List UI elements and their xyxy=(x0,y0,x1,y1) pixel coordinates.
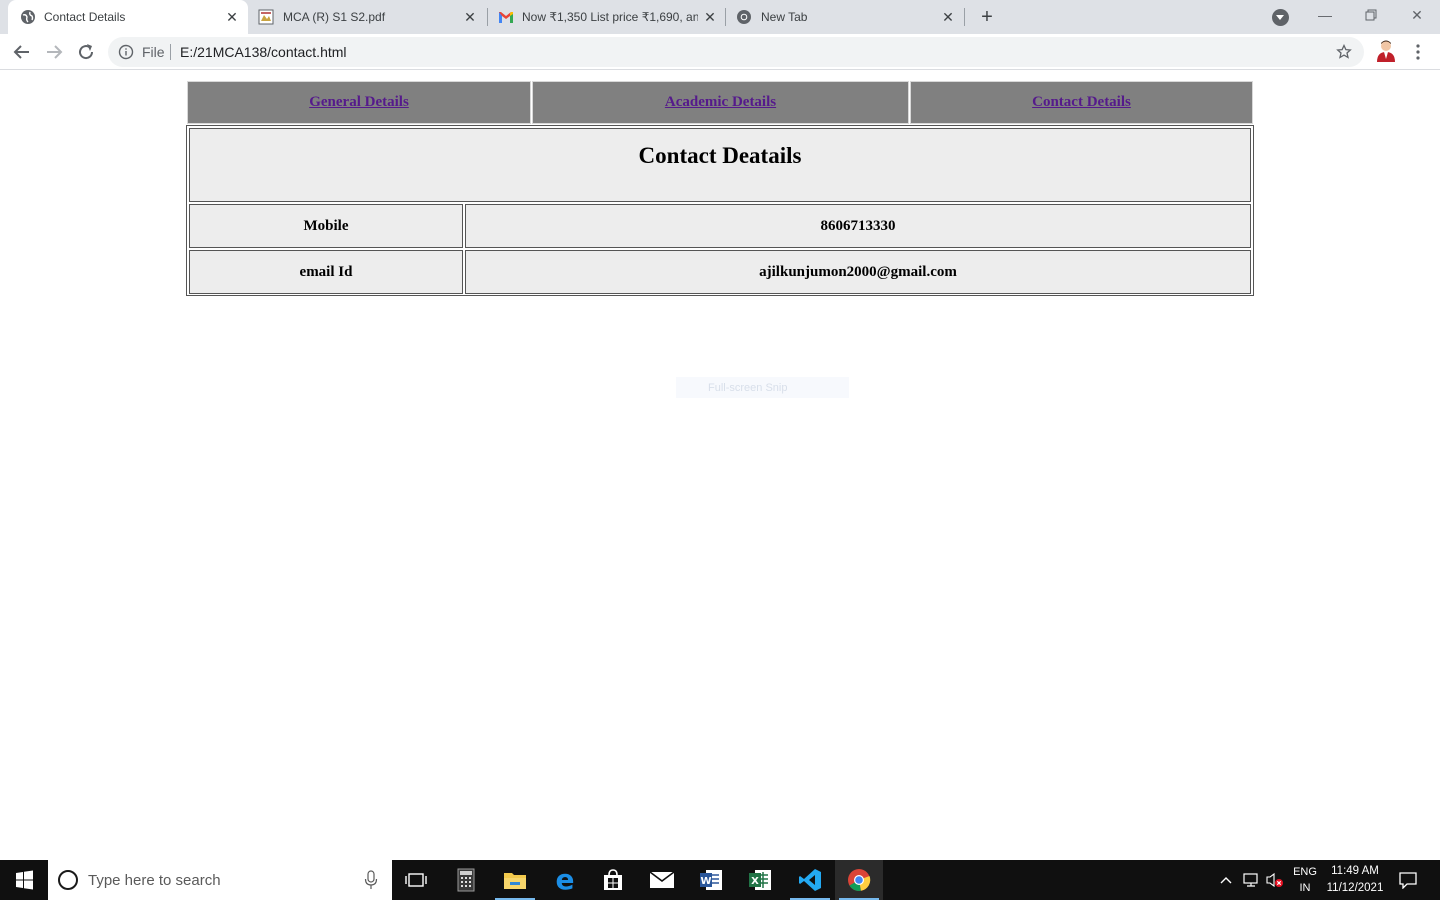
nav-cell-general: General Details xyxy=(187,81,531,124)
url-text[interactable]: E:/21MCA138/contact.html xyxy=(180,44,347,60)
language-indicator[interactable]: ENG IN xyxy=(1288,860,1322,900)
minimize-icon[interactable]: — xyxy=(1302,0,1348,30)
tab-title: Contact Details xyxy=(44,10,126,24)
nav-table: General Details Academic Details Contact… xyxy=(187,81,1253,124)
microphone-icon[interactable] xyxy=(364,870,378,890)
mobile-label: Mobile xyxy=(189,204,463,248)
info-icon[interactable] xyxy=(118,44,134,60)
menu-kebab-icon[interactable] xyxy=(1410,42,1426,62)
calculator-icon[interactable] xyxy=(442,860,490,900)
windows-taskbar: Type here to search e W X ENG IN 11:49 A… xyxy=(0,860,1440,900)
close-tab-icon[interactable]: ✕ xyxy=(224,9,240,25)
academic-details-link[interactable]: Academic Details xyxy=(665,94,776,111)
page-viewport: General Details Academic Details Contact… xyxy=(0,71,1440,860)
tab-separator xyxy=(964,8,965,26)
vscode-icon[interactable] xyxy=(786,860,834,900)
restore-icon[interactable] xyxy=(1348,0,1394,30)
profile-avatar-icon[interactable] xyxy=(1375,39,1397,63)
general-details-link[interactable]: General Details xyxy=(309,94,409,111)
windows-start-icon[interactable] xyxy=(0,860,48,900)
file-explorer-icon[interactable] xyxy=(491,860,539,900)
new-tab-button[interactable]: + xyxy=(976,6,998,28)
close-window-icon[interactable]: ✕ xyxy=(1394,0,1440,30)
notification-center-icon[interactable] xyxy=(1398,871,1418,889)
volume-muted-icon[interactable] xyxy=(1265,872,1285,888)
bookmark-star-icon[interactable] xyxy=(1336,44,1352,60)
excel-icon[interactable]: X xyxy=(736,860,784,900)
lang-secondary: IN xyxy=(1299,882,1311,894)
contact-details-link[interactable]: Contact Details xyxy=(1032,94,1131,111)
show-hidden-icons-icon[interactable] xyxy=(1218,873,1234,887)
back-arrow-icon[interactable] xyxy=(10,40,34,64)
email-value: ajilkunjumon2000@gmail.com xyxy=(465,250,1251,294)
chrome-icon xyxy=(737,10,751,24)
microsoft-store-icon[interactable] xyxy=(589,860,637,900)
cortana-icon xyxy=(58,870,78,890)
page-title: Contact Deatails xyxy=(189,128,1251,202)
tab-search-icon[interactable] xyxy=(1272,9,1289,26)
contact-table: Contact Deatails Mobile 8606713330 email… xyxy=(186,125,1254,296)
nav-cell-contact: Contact Details xyxy=(910,81,1253,124)
clock[interactable]: 11:49 AM 11/12/2021 xyxy=(1322,860,1388,900)
tab-contact-details[interactable]: Contact Details ✕ xyxy=(8,0,248,34)
tab-new-tab[interactable]: New Tab ✕ xyxy=(726,0,964,34)
nav-cell-academic: Academic Details xyxy=(532,81,909,124)
close-tab-icon[interactable]: ✕ xyxy=(702,9,718,25)
network-icon[interactable] xyxy=(1242,872,1260,888)
tab-title: New Tab xyxy=(761,10,808,24)
clock-date: 11/12/2021 xyxy=(1326,882,1384,894)
tab-gmail[interactable]: Now ₹1,350 List price ₹1,690, and ✕ xyxy=(488,0,726,34)
search-placeholder: Type here to search xyxy=(88,872,221,889)
lang-primary: ENG xyxy=(1293,866,1317,878)
tab-pdf[interactable]: MCA (R) S1 S2.pdf ✕ xyxy=(248,0,488,34)
chrome-taskbar-icon[interactable] xyxy=(835,860,883,900)
svg-text:X: X xyxy=(751,876,759,887)
email-label: email Id xyxy=(189,250,463,294)
tab-strip: Contact Details ✕ MCA (R) S1 S2.pdf ✕ No… xyxy=(0,0,1440,34)
edge-browser-icon[interactable]: e xyxy=(541,860,589,900)
tab-title: MCA (R) S1 S2.pdf xyxy=(283,10,386,24)
reload-icon[interactable] xyxy=(74,40,98,64)
task-view-icon[interactable] xyxy=(392,860,440,900)
svg-text:W: W xyxy=(700,876,711,887)
snip-overlay-label: Full-screen Snip xyxy=(676,377,849,398)
word-icon[interactable]: W xyxy=(687,860,735,900)
gmail-icon xyxy=(499,12,513,23)
browser-toolbar: File E:/21MCA138/contact.html xyxy=(0,34,1440,70)
mail-icon[interactable] xyxy=(638,860,686,900)
close-tab-icon[interactable]: ✕ xyxy=(462,9,478,25)
address-separator xyxy=(170,44,171,60)
scheme-label: File xyxy=(142,44,165,60)
forward-arrow-icon[interactable] xyxy=(42,40,66,64)
clock-time: 11:49 AM xyxy=(1331,865,1379,877)
taskbar-search-box[interactable]: Type here to search xyxy=(48,860,392,900)
address-bar[interactable]: File E:/21MCA138/contact.html xyxy=(108,37,1364,67)
close-tab-icon[interactable]: ✕ xyxy=(940,9,956,25)
mobile-value: 8606713330 xyxy=(465,204,1251,248)
tab-title: Now ₹1,350 List price ₹1,690, and xyxy=(522,10,698,24)
globe-icon xyxy=(21,10,35,24)
pdf-icon xyxy=(258,9,274,25)
